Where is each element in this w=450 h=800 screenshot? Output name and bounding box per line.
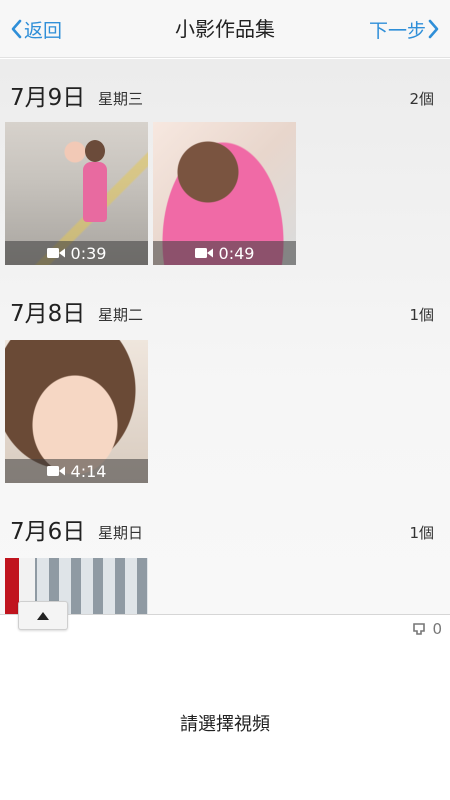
video-camera-icon xyxy=(194,248,213,258)
section-date: 7月9日 xyxy=(10,85,86,111)
video-thumbnail[interactable]: 0:39 xyxy=(5,122,148,265)
video-gallery[interactable]: 7月9日 星期三 2個 0:39 0:49 7月8日 星期二 1個 4:14 7… xyxy=(0,59,450,614)
top-bar: 返回 小影作品集 下一步 xyxy=(0,0,450,58)
selection-panel: 0 請選擇視頻 xyxy=(0,614,450,800)
section-weekday: 星期三 xyxy=(98,90,144,108)
duration-bar: 4:14 xyxy=(5,459,148,483)
section-date: 7月6日 xyxy=(10,519,86,545)
next-button[interactable]: 下一步 xyxy=(369,14,442,44)
video-duration: 0:49 xyxy=(218,243,255,263)
video-camera-icon xyxy=(46,248,65,258)
thumbnail-image xyxy=(83,162,107,222)
video-thumbnail[interactable]: 4:14 xyxy=(5,340,148,483)
section-weekday: 星期日 xyxy=(98,524,144,542)
collapse-toggle-button[interactable] xyxy=(18,601,68,630)
next-label: 下一步 xyxy=(368,19,426,42)
section-date: 7月8日 xyxy=(10,301,86,327)
section-count: 1個 xyxy=(409,306,434,324)
duration-bar: 0:39 xyxy=(5,241,148,265)
section-weekday: 星期二 xyxy=(98,306,144,324)
clip-icon xyxy=(413,623,426,635)
video-camera-icon xyxy=(46,466,65,476)
video-thumbnail[interactable]: 0:49 xyxy=(153,122,296,265)
section-count: 1個 xyxy=(409,524,434,542)
thumbnail-image xyxy=(85,140,105,162)
chevron-right-icon xyxy=(426,17,442,41)
section-count: 2個 xyxy=(409,90,434,108)
selected-count-value: 0 xyxy=(432,620,442,638)
selected-count: 0 xyxy=(412,620,442,638)
triangle-up-icon xyxy=(37,611,49,620)
video-duration: 0:39 xyxy=(70,243,107,263)
select-video-prompt: 請選擇視頻 xyxy=(180,714,270,735)
video-duration: 4:14 xyxy=(70,461,107,481)
duration-bar: 0:49 xyxy=(153,241,296,265)
